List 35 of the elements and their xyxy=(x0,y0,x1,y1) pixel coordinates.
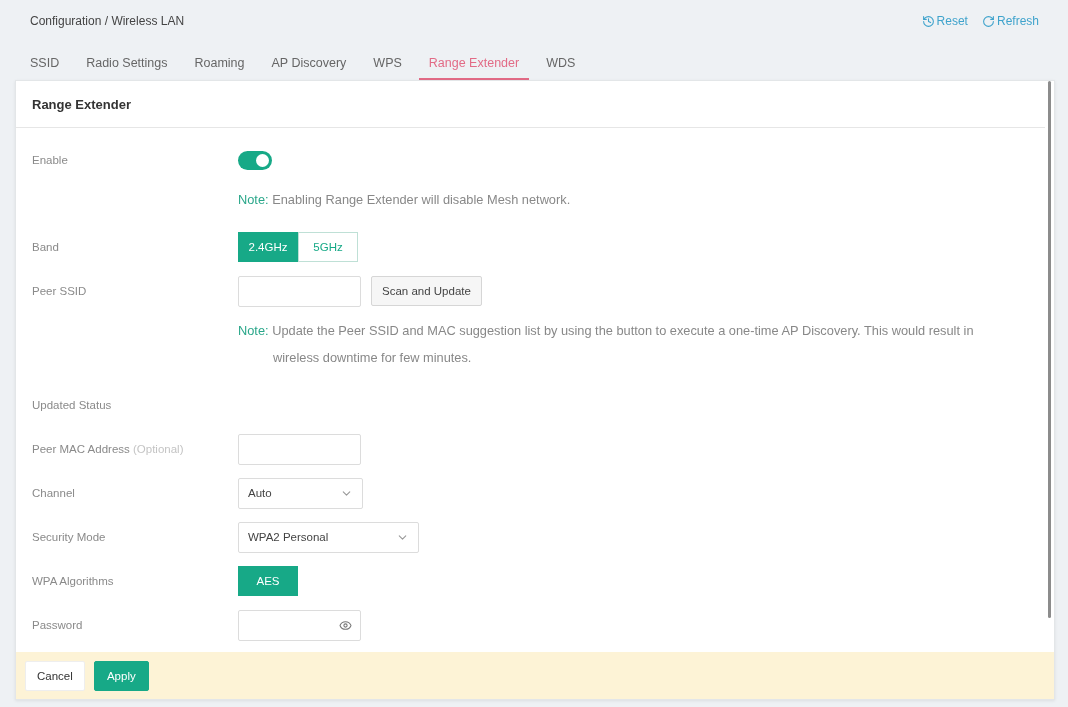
note-text: Note: Enabling Range Extender will disable Mesh network. xyxy=(238,191,572,209)
tab[interactable]: Roaming xyxy=(184,48,255,80)
section-heading: Updated Status xyxy=(32,399,112,411)
option-button[interactable]: AES xyxy=(238,566,298,596)
password-input[interactable] xyxy=(238,609,361,641)
breadcrumb: Configuration / Wireless LAN xyxy=(30,14,185,28)
dropdown[interactable]: Auto xyxy=(238,477,363,509)
apply-button[interactable]: Apply xyxy=(93,660,149,691)
panel-title: Range Extender xyxy=(32,96,131,112)
field-label: WPA Algorithms xyxy=(32,575,114,587)
refresh-icon xyxy=(981,14,995,28)
text-input[interactable] xyxy=(238,433,361,465)
note-text: Note: Update the Peer SSID and MAC suggestion list by using the button to execute a one-time AP Discovery. This would result in wireless downtime for few minutes. xyxy=(238,322,975,367)
tab[interactable]: WDS xyxy=(536,48,586,80)
scan-button[interactable]: Scan and Update xyxy=(371,276,482,306)
field-label: Password xyxy=(32,619,83,631)
field-label: Channel xyxy=(32,487,75,499)
field-label: Peer SSID xyxy=(32,285,87,297)
field-label: Peer MAC Address (Optional) xyxy=(32,443,184,455)
field-label: Enable xyxy=(32,154,68,166)
tab[interactable]: Radio Settings xyxy=(76,48,178,80)
text-input[interactable] xyxy=(238,275,361,307)
eye-icon[interactable] xyxy=(339,618,352,632)
cancel-button[interactable]: Cancel xyxy=(25,660,85,691)
option-button[interactable]: 5GHz xyxy=(298,232,358,262)
option-button[interactable]: 2.4GHz xyxy=(238,232,298,262)
tab[interactable]: SSID xyxy=(20,48,70,80)
toggle-switch[interactable] xyxy=(238,150,272,170)
tab[interactable]: WPS xyxy=(363,48,412,80)
dropdown[interactable]: WPA2 Personal xyxy=(238,521,420,553)
field-label: Band xyxy=(32,241,59,253)
history-icon xyxy=(921,14,935,28)
tab[interactable]: AP Discovery xyxy=(261,48,357,80)
scrollbar-thumb[interactable] xyxy=(1048,81,1051,618)
field-label: Security Mode xyxy=(32,531,106,543)
